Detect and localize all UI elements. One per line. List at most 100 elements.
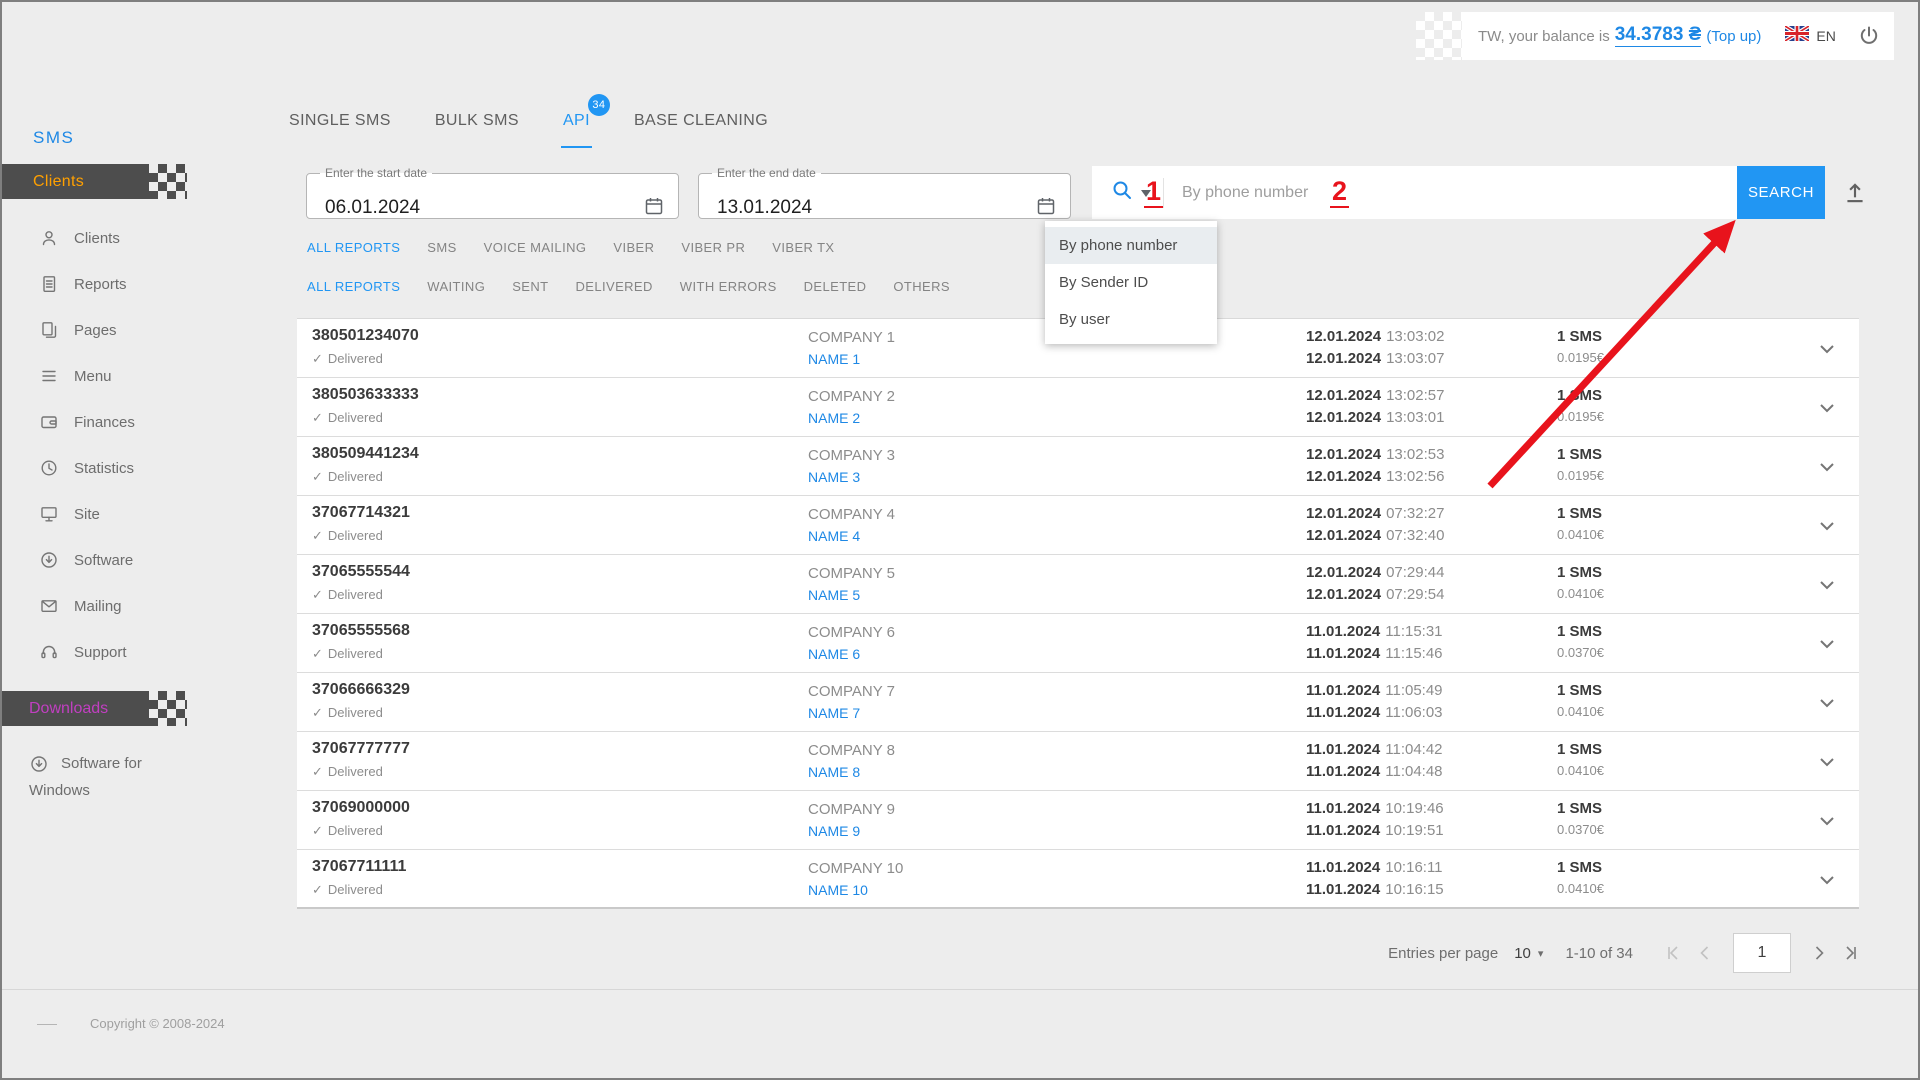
row-name-link[interactable]: NAME 9: [808, 823, 860, 839]
dropdown-option-by-phone-number[interactable]: By phone number: [1045, 227, 1217, 264]
filter-status-delivered[interactable]: DELIVERED: [576, 279, 653, 294]
start-date-field[interactable]: Enter the start date 06.01.2024: [306, 166, 679, 219]
status-filter-row: ALL REPORTS WAITING SENT DELIVERED WITH …: [307, 279, 950, 294]
sidebar-item-statistics[interactable]: Statistics: [2, 445, 287, 491]
row-expand-chevron-icon[interactable]: [1819, 462, 1835, 472]
row-expand-chevron-icon[interactable]: [1819, 580, 1835, 590]
row-expand-chevron-icon[interactable]: [1819, 403, 1835, 413]
delivered-check-icon: ✓: [312, 764, 323, 779]
sidebar-item-site[interactable]: Site: [2, 491, 287, 537]
logout-power-button[interactable]: [1858, 25, 1880, 47]
filter-status-all-reports[interactable]: ALL REPORTS: [307, 279, 400, 294]
filter-status-waiting[interactable]: WAITING: [427, 279, 485, 294]
row-status-label: Delivered: [327, 882, 383, 897]
dropdown-option-by-user[interactable]: By user: [1045, 301, 1217, 338]
row-delivered-time: 13:03:01: [1386, 409, 1445, 426]
wallet-icon: [39, 412, 59, 432]
sidebar-item-label: Site: [74, 505, 100, 523]
row-expand-chevron-icon[interactable]: [1819, 344, 1835, 354]
tab-single-sms[interactable]: SINGLE SMS: [287, 106, 393, 148]
search-type-dropdown: By phone number By Sender ID By user: [1045, 221, 1217, 344]
table-row: 37065555568 ✓ Delivered COMPANY 6 NAME 6 …: [297, 614, 1859, 673]
sidebar-item-mailing[interactable]: Mailing: [2, 583, 287, 629]
calendar-icon[interactable]: [1036, 196, 1056, 216]
row-sent-datetime: 11.01.2024 11:04:42: [1306, 741, 1443, 758]
row-status: ✓ Delivered: [312, 351, 383, 367]
row-name-link[interactable]: NAME 3: [808, 469, 860, 485]
tab-bulk-sms[interactable]: BULK SMS: [433, 106, 521, 148]
row-sms-count: 1 SMS: [1557, 741, 1603, 758]
sidebar-section-clients[interactable]: Clients: [2, 164, 149, 199]
row-expand-chevron-icon[interactable]: [1819, 875, 1835, 885]
row-sent-time: 11:05:49: [1385, 682, 1443, 699]
end-date-value[interactable]: 13.01.2024: [717, 197, 812, 219]
row-expand-chevron-icon[interactable]: [1819, 757, 1835, 767]
dropdown-option-by-sender-id[interactable]: By Sender ID: [1045, 264, 1217, 301]
row-status-label: Delivered: [327, 469, 383, 484]
row-expand-chevron-icon[interactable]: [1819, 816, 1835, 826]
next-page-button[interactable]: [1811, 945, 1827, 961]
page-number-input[interactable]: 1: [1733, 933, 1791, 973]
language-selector[interactable]: EN: [1784, 24, 1836, 46]
sidebar-section-sms[interactable]: SMS: [33, 128, 74, 148]
tab-api[interactable]: API 34: [560, 94, 610, 148]
start-date-value[interactable]: 06.01.2024: [325, 197, 420, 219]
row-company: COMPANY 3: [808, 447, 895, 464]
first-page-button[interactable]: [1665, 945, 1681, 961]
filter-status-with-errors[interactable]: WITH ERRORS: [680, 279, 777, 294]
sidebar-item-label: Mailing: [74, 597, 122, 615]
filter-voice-mailing[interactable]: VOICE MAILING: [484, 240, 587, 255]
delivered-check-icon: ✓: [312, 646, 323, 661]
row-expand-chevron-icon[interactable]: [1819, 698, 1835, 708]
sidebar-item-software-for-windows[interactable]: Software for Windows: [29, 750, 184, 804]
sidebar-item-pages[interactable]: Pages: [2, 307, 287, 353]
filter-all-reports[interactable]: ALL REPORTS: [307, 240, 400, 255]
sidebar-item-reports[interactable]: Reports: [2, 261, 287, 307]
row-name-link[interactable]: NAME 4: [808, 528, 860, 544]
row-delivered-date: 11.01.2024: [1306, 645, 1381, 662]
row-sent-date: 12.01.2024: [1306, 564, 1382, 581]
row-status-label: Delivered: [327, 705, 383, 720]
filter-sms[interactable]: SMS: [427, 240, 456, 255]
last-page-button[interactable]: [1843, 945, 1859, 961]
sidebar-item-finances[interactable]: Finances: [2, 399, 287, 445]
sidebar-section-downloads[interactable]: Downloads: [2, 691, 149, 726]
row-status-label: Delivered: [327, 410, 383, 425]
row-phone: 380503633333: [312, 386, 419, 403]
filter-status-others[interactable]: OTHERS: [893, 279, 950, 294]
export-upload-icon[interactable]: [1842, 180, 1868, 206]
row-name-link[interactable]: NAME 5: [808, 587, 860, 603]
row-status-label: Delivered: [327, 587, 383, 602]
previous-page-button[interactable]: [1697, 945, 1713, 961]
row-expand-chevron-icon[interactable]: [1819, 639, 1835, 649]
row-name-link[interactable]: NAME 10: [808, 882, 868, 898]
sidebar-item-menu[interactable]: Menu: [2, 353, 287, 399]
search-input[interactable]: [1180, 182, 1737, 203]
entries-per-page-select[interactable]: 10 ▾: [1514, 945, 1543, 962]
filter-viber-pr[interactable]: VIBER PR: [681, 240, 745, 255]
sidebar-item-clients[interactable]: Clients: [2, 215, 287, 261]
end-date-field[interactable]: Enter the end date 13.01.2024: [698, 166, 1071, 219]
row-name-link[interactable]: NAME 6: [808, 646, 860, 662]
footer-divider: [2, 989, 1918, 990]
sidebar-item-support[interactable]: Support: [2, 629, 287, 675]
tab-base-cleaning[interactable]: BASE CLEANING: [632, 106, 770, 148]
row-sent-datetime: 12.01.2024 13:02:57: [1306, 387, 1444, 404]
top-up-link[interactable]: (Top up): [1706, 28, 1761, 45]
row-name-link[interactable]: NAME 2: [808, 410, 860, 426]
row-name-link[interactable]: NAME 8: [808, 764, 860, 780]
filter-status-deleted[interactable]: DELETED: [804, 279, 867, 294]
filter-viber-tx[interactable]: VIBER TX: [772, 240, 834, 255]
row-name-link[interactable]: NAME 7: [808, 705, 860, 721]
search-box: [1092, 166, 1737, 219]
row-name-link[interactable]: NAME 1: [808, 351, 860, 367]
row-price: 0.0195€: [1557, 409, 1604, 424]
calendar-icon[interactable]: [644, 196, 664, 216]
filter-viber[interactable]: VIBER: [613, 240, 654, 255]
table-row: 37065555544 ✓ Delivered COMPANY 5 NAME 5 …: [297, 555, 1859, 614]
row-expand-chevron-icon[interactable]: [1819, 521, 1835, 531]
row-price: 0.0195€: [1557, 350, 1604, 365]
search-button[interactable]: SEARCH: [1737, 166, 1825, 219]
filter-status-sent[interactable]: SENT: [512, 279, 548, 294]
sidebar-item-software[interactable]: Software: [2, 537, 287, 583]
